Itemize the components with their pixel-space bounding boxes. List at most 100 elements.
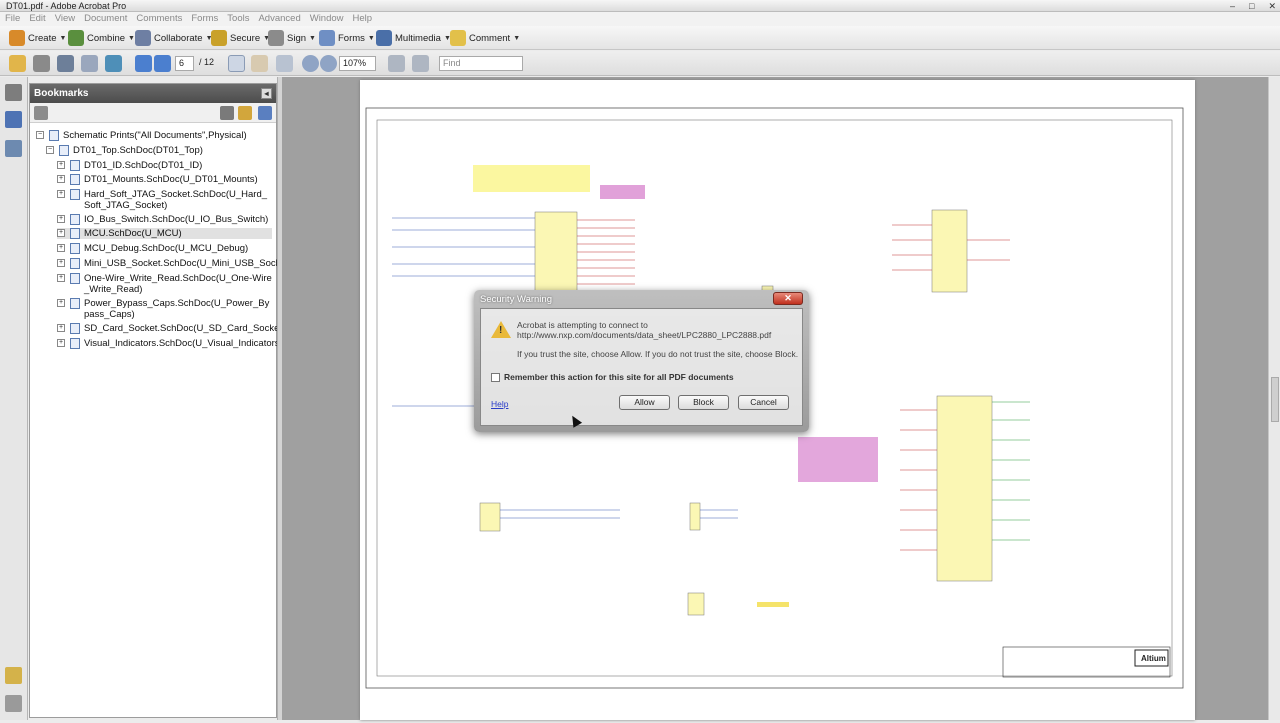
collapse-icon[interactable]: − [36, 131, 44, 139]
window-title: DT01.pdf - Adobe Acrobat Pro [6, 1, 127, 11]
expand-icon[interactable]: + [57, 229, 65, 237]
previous-page-icon[interactable] [135, 55, 152, 72]
expand-icon[interactable]: + [57, 299, 65, 307]
expand-icon[interactable]: + [57, 215, 65, 223]
bookmarks-header: Bookmarks ◂ [30, 84, 276, 103]
bookmark-item[interactable]: + Visual_Indicators.SchDoc(U_Visual_Indi… [57, 338, 283, 349]
email-icon[interactable] [81, 55, 98, 72]
bookmark-item[interactable]: + One-Wire_Write_Read.SchDoc(U_One-Wire_… [57, 273, 272, 295]
document-icon [70, 214, 80, 225]
menu-window[interactable]: Window [305, 12, 348, 26]
bookmark-item[interactable]: + Mini_USB_Socket.SchDoc(U_Mini_USB_Sock… [57, 258, 292, 269]
bookmarks-title: Bookmarks [34, 88, 89, 99]
options-gear-icon[interactable] [34, 106, 48, 120]
bookmark-item[interactable]: + DT01_Mounts.SchDoc(U_DT01_Mounts) [57, 174, 272, 185]
create-button[interactable]: Create ▼ [9, 29, 66, 47]
fit-page-icon[interactable] [388, 55, 405, 72]
refresh-icon[interactable] [105, 55, 122, 72]
form-icon [319, 30, 335, 46]
delete-bookmark-icon[interactable] [220, 106, 234, 120]
find-input[interactable]: Find [439, 56, 523, 71]
dialog-close-button[interactable]: ✕ [773, 292, 803, 305]
navigation-pane [0, 77, 28, 720]
print-icon[interactable] [33, 55, 50, 72]
security-warning-dialog: Security Warning ✕ ! Acrobat is attempti… [474, 290, 809, 432]
full-screen-icon[interactable] [412, 55, 429, 72]
secure-button[interactable]: Secure ▼ [211, 29, 270, 47]
menu-tools[interactable]: Tools [222, 12, 253, 26]
menu-help[interactable]: Help [348, 12, 377, 26]
open-folder-icon[interactable] [9, 55, 26, 72]
collapse-icon[interactable]: − [46, 146, 54, 154]
bookmark-item[interactable]: − DT01_Top.SchDoc(DT01_Top) [46, 145, 266, 156]
scrollbar-thumb[interactable] [1271, 377, 1279, 422]
pen-icon [268, 30, 284, 46]
bookmark-item[interactable]: + Power_Bypass_Caps.SchDoc(U_Power_Bypas… [57, 298, 272, 320]
menu-advanced[interactable]: Advanced [253, 12, 304, 26]
expand-icon[interactable]: + [57, 161, 65, 169]
bookmark-item[interactable]: − Schematic Prints("All Documents",Physi… [36, 130, 266, 141]
remember-checkbox[interactable]: Remember this action for this site for a… [491, 372, 734, 382]
marquee-zoom-icon[interactable] [276, 55, 293, 72]
pages-icon[interactable] [5, 84, 22, 101]
allow-button[interactable]: Allow [619, 395, 670, 410]
bookmark-item[interactable]: + SD_Card_Socket.SchDoc(U_SD_Card_Socket… [57, 323, 285, 334]
help-link[interactable]: Help [491, 399, 508, 409]
document-icon [70, 228, 80, 239]
forms-button[interactable]: Forms ▼ [319, 29, 375, 47]
document-icon [70, 174, 80, 185]
zoom-level-select[interactable]: 107% [339, 56, 376, 71]
combine-button[interactable]: Combine ▼ [68, 29, 135, 47]
menu-file[interactable]: File [0, 12, 24, 26]
document-icon [49, 130, 59, 141]
expand-icon[interactable]: + [57, 324, 65, 332]
minimize-button[interactable]: – [1230, 0, 1235, 12]
bookmark-item[interactable]: + MCU_Debug.SchDoc(U_MCU_Debug) [57, 243, 272, 254]
zoom-in-icon[interactable] [320, 55, 337, 72]
bookmark-item-selected[interactable]: + MCU.SchDoc(U_MCU) [57, 228, 272, 239]
comments-icon[interactable] [5, 667, 22, 684]
expand-icon[interactable]: + [57, 244, 65, 252]
bookmark-item[interactable]: + DT01_ID.SchDoc(DT01_ID) [57, 160, 272, 171]
menu-comments[interactable]: Comments [131, 12, 186, 26]
signatures-icon[interactable] [5, 140, 22, 157]
multimedia-button[interactable]: Multimedia ▼ [376, 29, 451, 47]
document-icon [59, 145, 69, 156]
hand-icon[interactable] [251, 55, 268, 72]
new-bookmark-icon[interactable] [238, 106, 252, 120]
expand-icon[interactable]: + [57, 259, 65, 267]
cancel-button[interactable]: Cancel [738, 395, 789, 410]
create-icon [9, 30, 25, 46]
maximize-button[interactable]: □ [1249, 0, 1254, 12]
collapse-panel-button[interactable]: ◂ [261, 88, 272, 99]
comment-button[interactable]: Comment ▼ [450, 29, 520, 47]
bookmark-item[interactable]: + Hard_Soft_JTAG_Socket.SchDoc(U_Hard_So… [57, 189, 272, 211]
select-text-icon[interactable] [228, 55, 245, 72]
menu-document[interactable]: Document [79, 12, 131, 26]
menu-forms[interactable]: Forms [186, 12, 222, 26]
block-button[interactable]: Block [678, 395, 729, 410]
document-icon [70, 273, 80, 284]
zoom-out-icon[interactable] [302, 55, 319, 72]
svg-text:Altium: Altium [1141, 654, 1166, 663]
next-page-icon[interactable] [154, 55, 171, 72]
save-icon[interactable] [57, 55, 74, 72]
checkbox-icon[interactable] [491, 372, 500, 382]
menu-view[interactable]: View [50, 12, 79, 26]
dialog-title: Security Warning [480, 294, 552, 305]
document-icon [70, 189, 80, 200]
expand-icon[interactable]: + [57, 190, 65, 198]
expand-icon[interactable]: + [57, 274, 65, 282]
vertical-scrollbar[interactable] [1268, 77, 1280, 720]
close-window-button[interactable]: ✕ [1268, 0, 1276, 12]
expand-icon[interactable]: + [57, 175, 65, 183]
page-number-input[interactable]: 6 [175, 56, 194, 71]
attachments-icon[interactable] [5, 695, 22, 712]
bookmark-item[interactable]: + IO_Bus_Switch.SchDoc(U_IO_Bus_Switch) [57, 214, 272, 225]
bookmarks-icon[interactable] [5, 111, 22, 128]
menu-edit[interactable]: Edit [24, 12, 49, 26]
expand-bookmark-icon[interactable] [258, 106, 272, 120]
sign-button[interactable]: Sign ▼ [268, 29, 316, 47]
collaborate-button[interactable]: Collaborate ▼ [135, 29, 213, 47]
expand-icon[interactable]: + [57, 339, 65, 347]
